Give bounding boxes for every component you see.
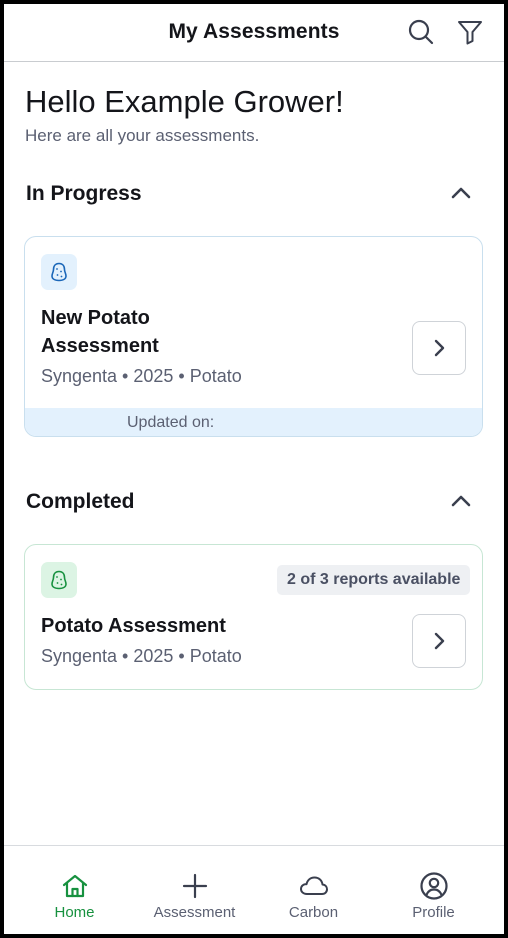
filter-icon[interactable]: [456, 18, 484, 46]
nav-label-home: Home: [54, 904, 95, 921]
nav-item-carbon[interactable]: Carbon: [251, 846, 376, 934]
nav-item-home[interactable]: Home: [12, 846, 137, 934]
potato-icon: [41, 562, 77, 598]
nav-label-profile: Profile: [412, 904, 455, 921]
greeting-heading: Hello Example Grower!: [25, 84, 344, 119]
open-assessment-button[interactable]: [412, 321, 466, 375]
chevron-right-icon: [434, 632, 445, 650]
nav-item-profile[interactable]: Profile: [371, 846, 496, 934]
reports-available-badge: 2 of 3 reports available: [277, 565, 471, 595]
assessment-title-line-1: New Potato: [41, 307, 150, 329]
assessment-card-in-progress[interactable]: New Potato Assessment Syngenta • 2025 • …: [24, 236, 483, 437]
updated-on-label: Updated on:: [127, 414, 215, 431]
greeting-subtitle: Here are all your assessments.: [25, 126, 260, 145]
collapse-in-progress-chevron-up-icon[interactable]: [448, 180, 474, 206]
home-icon: [60, 871, 90, 901]
app-screen: My Assessments Hello Example Grower! Her…: [4, 4, 504, 934]
chevron-right-icon: [434, 339, 445, 357]
section-title-completed: Completed: [26, 490, 135, 513]
open-assessment-button[interactable]: [412, 614, 466, 668]
top-app-bar: My Assessments: [4, 4, 504, 62]
nav-label-assessment: Assessment: [153, 904, 236, 921]
assessment-meta: Syngenta • 2025 • Potato: [41, 646, 242, 666]
search-icon[interactable]: [407, 18, 435, 46]
assessment-title-line-2: Assessment: [41, 335, 159, 357]
assessment-title: New Potato Assessment: [41, 304, 159, 360]
assessment-title: Potato Assessment: [41, 615, 226, 637]
assessment-meta: Syngenta • 2025 • Potato: [41, 366, 242, 386]
nav-item-assessment[interactable]: Assessment: [132, 846, 257, 934]
assessment-card-completed[interactable]: 2 of 3 reports available Potato Assessme…: [24, 544, 483, 690]
section-title-in-progress: In Progress: [26, 182, 142, 205]
potato-icon: [41, 254, 77, 290]
nav-label-carbon: Carbon: [288, 904, 339, 921]
cloud-icon: [299, 871, 329, 901]
updated-on-strip: Updated on:: [25, 408, 482, 436]
collapse-completed-chevron-up-icon[interactable]: [448, 488, 474, 514]
plus-icon: [180, 871, 210, 901]
profile-icon: [419, 871, 449, 901]
bottom-navigation: Home Assessment Carbon Profile: [4, 845, 504, 934]
